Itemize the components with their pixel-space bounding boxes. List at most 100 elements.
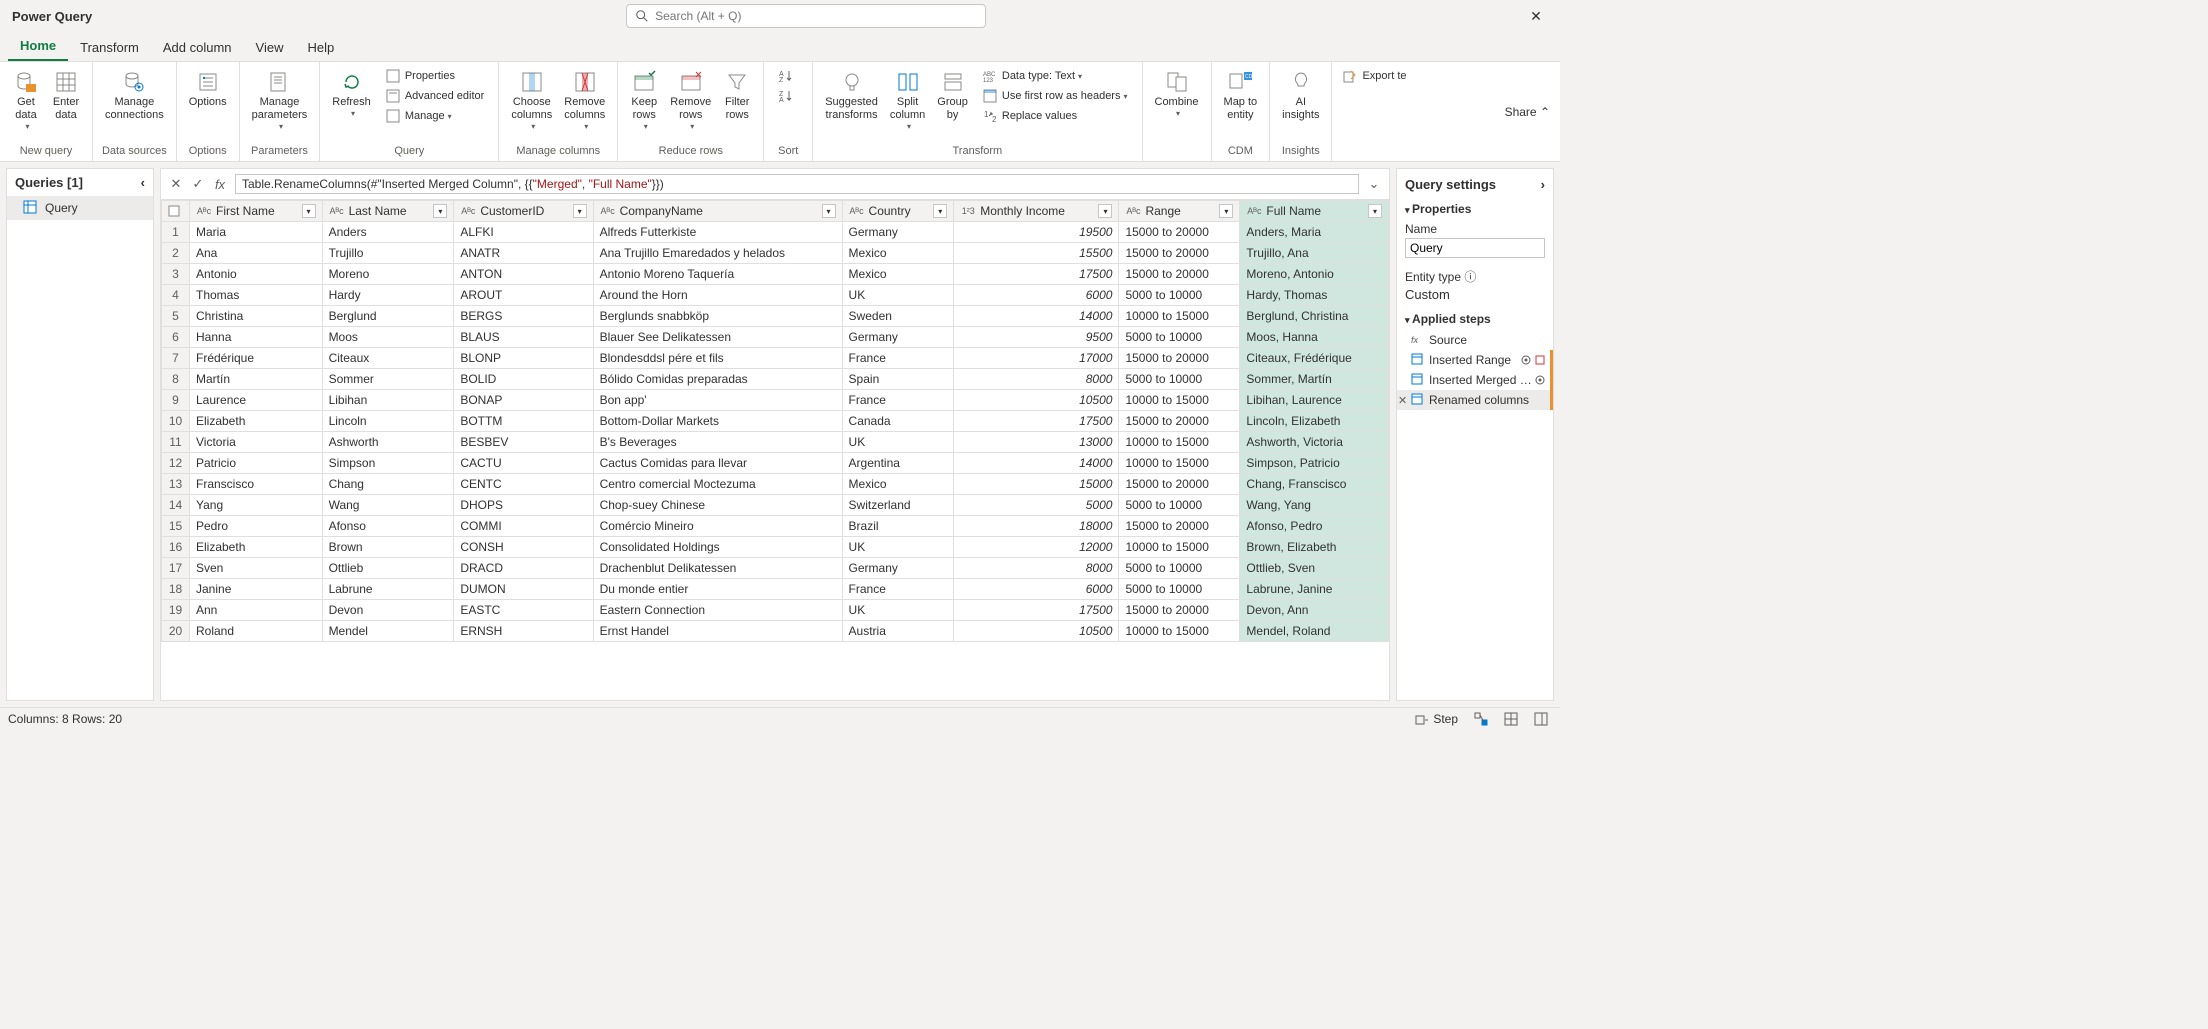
applied-step[interactable]: fxSource — [1397, 330, 1553, 350]
cell[interactable]: Sommer — [322, 369, 454, 390]
cell[interactable]: Germany — [842, 222, 954, 243]
column-header[interactable]: AᴮcLast Name▾ — [322, 201, 454, 222]
column-header[interactable]: 1²3Monthly Income▾ — [954, 201, 1119, 222]
row-number[interactable]: 14 — [162, 495, 190, 516]
data-type-button[interactable]: ABC123Data type: Text — [978, 66, 1132, 86]
cell[interactable]: Comércio Mineiro — [593, 516, 842, 537]
cell[interactable]: Moos, Hanna — [1240, 327, 1389, 348]
cell[interactable]: Blondesddsl pére et fils — [593, 348, 842, 369]
manage-connections-button[interactable]: Manage connections — [99, 66, 170, 126]
cell[interactable]: Ottlieb, Sven — [1240, 558, 1389, 579]
table-row[interactable]: 10ElizabethLincolnBOTTMBottom-Dollar Mar… — [162, 411, 1389, 432]
cell[interactable]: Hardy — [322, 285, 454, 306]
cell[interactable]: Moos — [322, 327, 454, 348]
column-filter-dropdown[interactable]: ▾ — [433, 204, 447, 218]
row-number[interactable]: 13 — [162, 474, 190, 495]
column-header[interactable]: AᴮcCountry▾ — [842, 201, 954, 222]
cell[interactable]: Ashworth — [322, 432, 454, 453]
cell[interactable]: Elizabeth — [190, 411, 323, 432]
cell[interactable]: Elizabeth — [190, 537, 323, 558]
table-row[interactable]: 1MariaAndersALFKIAlfreds FutterkisteGerm… — [162, 222, 1389, 243]
cell[interactable]: Blauer See Delikatessen — [593, 327, 842, 348]
cell[interactable]: 5000 to 10000 — [1119, 327, 1240, 348]
choose-columns-button[interactable]: Choose columns — [505, 66, 558, 135]
table-row[interactable]: 9LaurenceLibihanBONAPBon app'France10500… — [162, 390, 1389, 411]
cell[interactable]: Lincoln, Elizabeth — [1240, 411, 1389, 432]
cell[interactable]: Devon — [322, 600, 454, 621]
cell[interactable]: Simpson — [322, 453, 454, 474]
cell[interactable]: Antonio Moreno Taquería — [593, 264, 842, 285]
cell[interactable]: BOLID — [454, 369, 593, 390]
table-row[interactable]: 18JanineLabruneDUMONDu monde entierFranc… — [162, 579, 1389, 600]
cell[interactable]: Germany — [842, 327, 954, 348]
cell[interactable]: Chang, Franscisco — [1240, 474, 1389, 495]
cell[interactable]: Berglunds snabbköp — [593, 306, 842, 327]
cell[interactable]: Martín — [190, 369, 323, 390]
fx-icon[interactable]: fx — [209, 173, 231, 195]
cell[interactable]: 6000 — [954, 579, 1119, 600]
cell[interactable]: Chop-suey Chinese — [593, 495, 842, 516]
cell[interactable]: France — [842, 348, 954, 369]
tab-view[interactable]: View — [244, 34, 296, 61]
cell[interactable]: Anders, Maria — [1240, 222, 1389, 243]
column-header[interactable]: AᴮcRange▾ — [1119, 201, 1240, 222]
manage-button[interactable]: Manage — [381, 106, 489, 126]
cell[interactable]: 18000 — [954, 516, 1119, 537]
cell[interactable]: Labrune, Janine — [1240, 579, 1389, 600]
row-number[interactable]: 17 — [162, 558, 190, 579]
cell[interactable]: 15000 to 20000 — [1119, 411, 1240, 432]
cell[interactable]: 15000 — [954, 474, 1119, 495]
cell[interactable]: DHOPS — [454, 495, 593, 516]
column-filter-dropdown[interactable]: ▾ — [302, 204, 316, 218]
cell[interactable]: 9500 — [954, 327, 1119, 348]
cell[interactable]: 6000 — [954, 285, 1119, 306]
applied-step[interactable]: ✕Renamed columns — [1397, 390, 1553, 410]
tab-add-column[interactable]: Add column — [151, 34, 244, 61]
row-number[interactable]: 6 — [162, 327, 190, 348]
cell[interactable]: Citeaux — [322, 348, 454, 369]
gear-icon[interactable] — [1534, 374, 1546, 386]
cell[interactable]: Ana Trujillo Emaredados y helados — [593, 243, 842, 264]
cell[interactable]: France — [842, 579, 954, 600]
cell[interactable]: 5000 to 10000 — [1119, 369, 1240, 390]
cell[interactable]: Wang, Yang — [1240, 495, 1389, 516]
row-number[interactable]: 19 — [162, 600, 190, 621]
cell[interactable]: Ashworth, Victoria — [1240, 432, 1389, 453]
cell[interactable]: 5000 to 10000 — [1119, 579, 1240, 600]
cell[interactable]: Christina — [190, 306, 323, 327]
cell[interactable]: Sommer, Martín — [1240, 369, 1389, 390]
cell[interactable]: 5000 to 10000 — [1119, 558, 1240, 579]
row-number[interactable]: 16 — [162, 537, 190, 558]
cell[interactable]: Alfreds Futterkiste — [593, 222, 842, 243]
cell[interactable]: BERGS — [454, 306, 593, 327]
cell[interactable]: Mendel — [322, 621, 454, 642]
cell[interactable]: 15000 to 20000 — [1119, 243, 1240, 264]
cell[interactable]: Bon app' — [593, 390, 842, 411]
cell[interactable]: Du monde entier — [593, 579, 842, 600]
cell[interactable]: Sweden — [842, 306, 954, 327]
grid-corner[interactable] — [162, 201, 190, 222]
cell[interactable]: 14000 — [954, 306, 1119, 327]
cell[interactable]: CACTU — [454, 453, 593, 474]
row-number[interactable]: 3 — [162, 264, 190, 285]
cell[interactable]: Trujillo — [322, 243, 454, 264]
gear-icon[interactable] — [1520, 354, 1532, 366]
remove-rows-button[interactable]: Remove rows — [664, 66, 717, 135]
cell[interactable]: Antonio — [190, 264, 323, 285]
row-number[interactable]: 15 — [162, 516, 190, 537]
applied-step[interactable]: Inserted Merged Co... — [1397, 370, 1553, 390]
table-row[interactable]: 4ThomasHardyAROUTAround the HornUK600050… — [162, 285, 1389, 306]
cell[interactable]: Mendel, Roland — [1240, 621, 1389, 642]
table-row[interactable]: 16ElizabethBrownCONSHConsolidated Holdin… — [162, 537, 1389, 558]
sort-asc-button[interactable]: AZ — [774, 66, 802, 86]
cell[interactable]: Janine — [190, 579, 323, 600]
table-row[interactable]: 15PedroAfonsoCOMMIComércio MineiroBrazil… — [162, 516, 1389, 537]
table-row[interactable]: 11VictoriaAshworthBESBEVB's BeveragesUK1… — [162, 432, 1389, 453]
cell[interactable]: Centro comercial Moctezuma — [593, 474, 842, 495]
ai-insights-button[interactable]: AI insights — [1276, 66, 1325, 126]
cell[interactable]: 5000 — [954, 495, 1119, 516]
row-number[interactable]: 1 — [162, 222, 190, 243]
cell[interactable]: DUMON — [454, 579, 593, 600]
cell[interactable]: 15000 to 20000 — [1119, 516, 1240, 537]
expand-formula-icon[interactable]: ⌄ — [1363, 173, 1385, 195]
